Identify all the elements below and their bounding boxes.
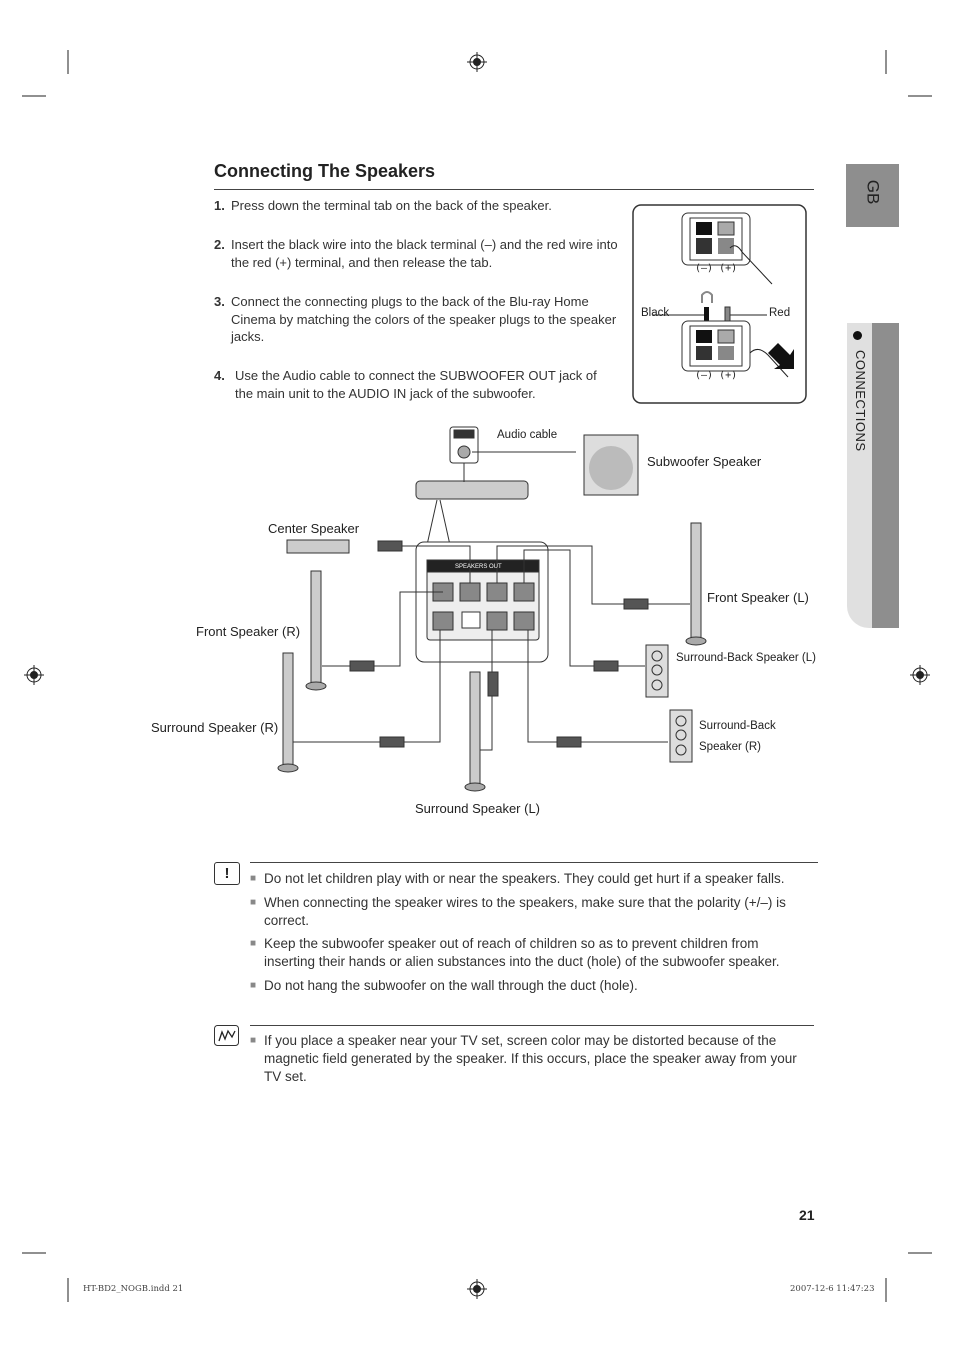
surround-back-r-label: Surround-Back — [699, 720, 776, 732]
caution-1: ■ Do not let children play with or near t… — [250, 871, 785, 886]
note-pencil-icon — [214, 1025, 239, 1046]
surround-back-r-label-2: Speaker (R) — [699, 741, 761, 753]
caution-3: ■ Keep the subwoofer speaker out of reach… — [250, 936, 780, 969]
manual-page: GB CONNECTIONS Connecting The Speakers 1… — [0, 0, 954, 1350]
front-r-label: Front Speaker (R) — [196, 624, 301, 639]
front-l-label: Front Speaker (L) — [707, 590, 809, 605]
footer-datetime: 2007-12-6 11:47:23 — [790, 1284, 875, 1294]
footer-file: HT-BD2_NOGB.indd 21 — [83, 1284, 184, 1294]
center-speaker-label: Center Speaker — [268, 521, 360, 536]
page-number: 21 — [799, 1207, 815, 1223]
surround-l-label: Surround Speaker (L) — [415, 801, 541, 816]
note-1: ■ If you place a speaker near your TV set… — [250, 1033, 797, 1084]
panel-title: SPEAKERS OUT — [455, 564, 502, 570]
surround-r-label: Surround Speaker (R) — [151, 720, 279, 735]
audio-cable-label: Audio cable — [497, 429, 558, 441]
exclamation-icon: ! — [214, 862, 240, 885]
subwoofer-label: Subwoofer Speaker — [647, 454, 762, 469]
connection-diagram — [277, 426, 707, 792]
caution-2: ■ When connecting the speaker wires to th… — [250, 895, 786, 928]
caution-4: ■ Do not hang the subwoofer on the wall t… — [250, 978, 638, 993]
surround-back-l-label: Surround-Back Speaker (L) — [676, 652, 816, 664]
